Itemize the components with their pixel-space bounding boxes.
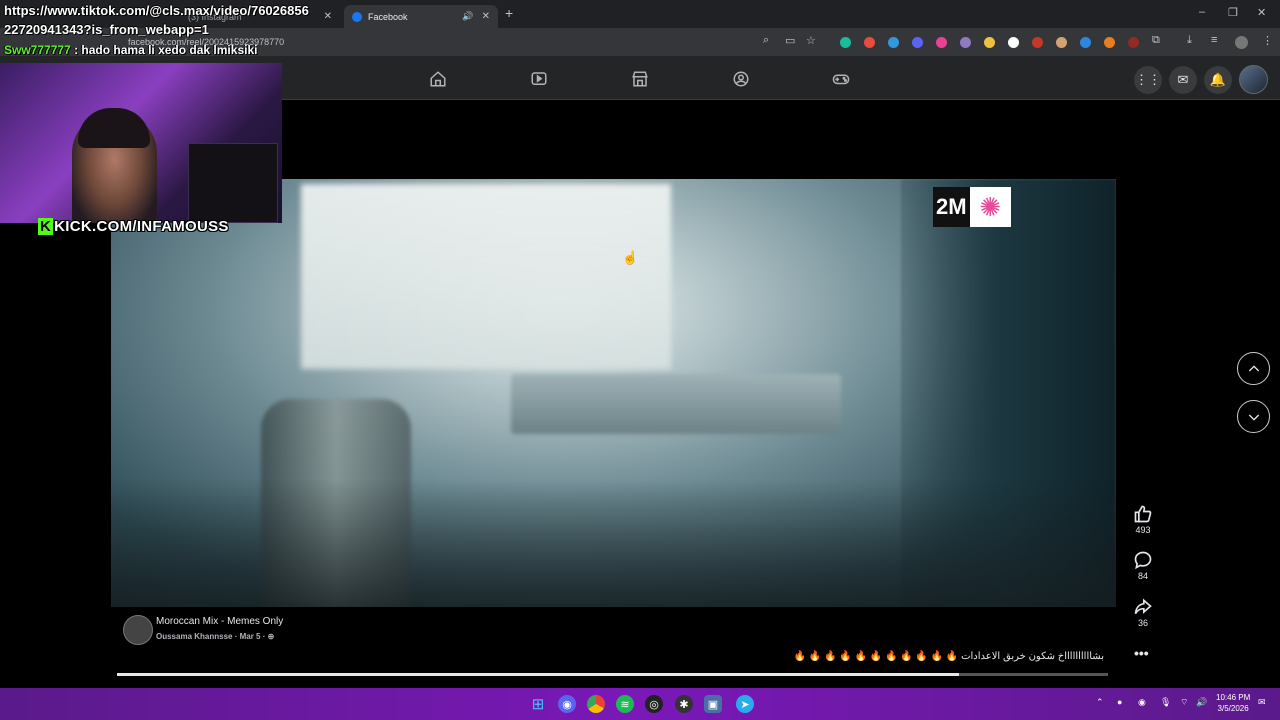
thumbs-up-icon bbox=[1134, 505, 1152, 523]
tab-facebook[interactable]: Facebook 🔊 ✕ bbox=[344, 5, 498, 28]
menu-grid-icon[interactable]: ⋮⋮ bbox=[1134, 66, 1162, 94]
volume-icon[interactable]: 🔊 bbox=[1196, 697, 1207, 708]
telegram-icon[interactable]: ➤ bbox=[736, 695, 754, 713]
download-icon[interactable]: ⤓ bbox=[1187, 34, 1192, 47]
extension-icon[interactable] bbox=[1008, 37, 1019, 48]
channel-logo-text: 2M bbox=[933, 187, 970, 227]
maximize-button[interactable]: ❐ bbox=[1228, 6, 1238, 19]
previous-reel-button[interactable] bbox=[1237, 352, 1270, 385]
tray-discord-icon[interactable]: ◉ bbox=[1138, 697, 1146, 708]
new-tab-button[interactable]: + bbox=[505, 5, 513, 21]
extension-icon[interactable] bbox=[936, 37, 947, 48]
overlay-link-line1: https://www.tiktok.com/@cls.max/video/76… bbox=[4, 3, 309, 18]
extension-icon[interactable] bbox=[1032, 37, 1043, 48]
cast-icon[interactable]: ▭ bbox=[785, 34, 795, 47]
comment-button[interactable]: 84 bbox=[1128, 550, 1158, 581]
bookmark-star-icon[interactable]: ☆ bbox=[806, 34, 816, 47]
windows-taskbar bbox=[0, 688, 1280, 720]
windows-start-icon[interactable]: ⊞ bbox=[529, 695, 547, 713]
close-icon[interactable]: ✕ bbox=[482, 11, 490, 22]
overlay-link: https://www.tiktok.com/@cls.max/video/76… bbox=[4, 1, 309, 39]
extension-icon[interactable] bbox=[912, 37, 923, 48]
video-icon[interactable] bbox=[525, 66, 553, 92]
app-icon[interactable]: ✱ bbox=[675, 695, 693, 713]
minimize-button[interactable]: – bbox=[1199, 6, 1205, 18]
like-button[interactable]: 493 bbox=[1128, 504, 1158, 535]
author-name[interactable]: Oussama Khannsse bbox=[156, 632, 232, 641]
tray-chevron-icon[interactable]: ⌃ bbox=[1096, 697, 1104, 708]
reel-video[interactable]: 2M ✺ bbox=[111, 179, 1116, 607]
star-icon: ✺ bbox=[979, 191, 1002, 222]
hand-cursor-icon: ☝ bbox=[622, 250, 639, 265]
taskbar-clock[interactable]: 10:46 PM 3/5/2026 bbox=[1216, 692, 1250, 714]
media-queue-icon[interactable]: ≡ bbox=[1211, 34, 1217, 46]
globe-icon: ⊕ bbox=[267, 632, 275, 641]
extension-icon[interactable] bbox=[984, 37, 995, 48]
page-avatar[interactable] bbox=[123, 615, 153, 645]
chrome-icon[interactable] bbox=[587, 695, 605, 713]
close-icon[interactable]: ✕ bbox=[324, 11, 332, 22]
profile-avatar-icon[interactable] bbox=[1235, 36, 1248, 49]
video-scene-window bbox=[301, 184, 671, 369]
extensions-puzzle-icon[interactable]: ⧉ bbox=[1152, 34, 1160, 47]
video-progress-fill bbox=[117, 673, 960, 676]
extension-icon[interactable] bbox=[960, 37, 971, 48]
wifi-icon[interactable]: ⌔ bbox=[1180, 697, 1188, 708]
messenger-icon[interactable]: ✉ bbox=[1169, 66, 1197, 94]
extension-icon[interactable] bbox=[1104, 37, 1115, 48]
chat-text: : hado hama li xedo dak lmiksiki bbox=[74, 43, 258, 57]
video-scene-lamp bbox=[511, 374, 841, 434]
microphone-icon[interactable]: 🎙 bbox=[1160, 697, 1171, 708]
zoom-icon[interactable]: ⌕ bbox=[763, 34, 769, 47]
kick-channel-banner: K KICK.COM/INFAMOUSS bbox=[38, 218, 229, 235]
kick-logo-icon: K bbox=[38, 218, 54, 235]
extension-icon[interactable] bbox=[864, 37, 875, 48]
streamer-webcam bbox=[0, 63, 282, 223]
extension-icon[interactable] bbox=[840, 37, 851, 48]
webcam-pc-case bbox=[188, 143, 278, 223]
extension-icon[interactable] bbox=[1056, 37, 1067, 48]
post-date: · Mar 5 · bbox=[234, 632, 266, 641]
tab-facebook-label: Facebook bbox=[368, 11, 408, 22]
facebook-favicon-icon bbox=[352, 11, 362, 22]
spotify-icon[interactable]: ≋ bbox=[616, 695, 634, 713]
next-reel-button[interactable] bbox=[1237, 400, 1270, 433]
channel-logo: 2M ✺ bbox=[933, 187, 1011, 227]
chat-username: Sww777777 bbox=[4, 43, 71, 57]
video-scene-shadow bbox=[111, 479, 1116, 607]
home-icon[interactable] bbox=[424, 66, 452, 92]
tray-app-icon[interactable]: ● bbox=[1117, 697, 1122, 707]
monitor-app-icon[interactable]: ▣ bbox=[704, 695, 722, 713]
notification-center-icon[interactable]: ✉ bbox=[1258, 697, 1266, 708]
comment-count: 84 bbox=[1137, 571, 1148, 581]
post-caption: بشااااااااااخ شكون خربق الاعدادات 🔥 🔥 🔥 … bbox=[793, 651, 1104, 662]
clock-time: 10:46 PM bbox=[1216, 693, 1251, 702]
extension-icon[interactable] bbox=[1080, 37, 1091, 48]
speaker-icon[interactable]: 🔊 bbox=[462, 11, 473, 22]
groups-icon[interactable] bbox=[727, 66, 755, 92]
comment-bubble-icon bbox=[1134, 551, 1152, 570]
share-button[interactable]: 36 bbox=[1128, 597, 1158, 628]
obs-icon[interactable]: ◎ bbox=[645, 695, 663, 713]
overlay-link-line2: 22720941343?is_from_webapp=1 bbox=[4, 22, 209, 37]
more-options-button[interactable]: ••• bbox=[1134, 645, 1149, 661]
close-window-button[interactable]: ✕ bbox=[1257, 6, 1266, 19]
account-avatar[interactable] bbox=[1239, 65, 1268, 94]
share-arrow-icon bbox=[1134, 598, 1152, 615]
discord-icon[interactable]: ◉ bbox=[558, 695, 576, 713]
marketplace-icon[interactable] bbox=[626, 66, 654, 92]
webcam-headset bbox=[78, 108, 150, 148]
chat-message: Sww777777 : hado hama li xedo dak lmiksi… bbox=[4, 43, 257, 57]
kick-channel-text: KICK.COM/INFAMOUSS bbox=[54, 218, 229, 235]
share-count: 36 bbox=[1137, 618, 1148, 628]
extension-icon[interactable] bbox=[888, 37, 899, 48]
clock-date: 3/5/2026 bbox=[1217, 704, 1249, 713]
post-meta: Oussama Khannsse · Mar 5 · ⊕ bbox=[156, 632, 274, 641]
like-count: 493 bbox=[1135, 525, 1151, 535]
extension-icon[interactable] bbox=[1128, 37, 1139, 48]
notifications-bell-icon[interactable]: 🔔 bbox=[1204, 66, 1232, 94]
gaming-icon[interactable] bbox=[827, 66, 855, 92]
page-name[interactable]: Moroccan Mix - Memes Only bbox=[156, 616, 283, 627]
kebab-menu-icon[interactable]: ⋮ bbox=[1262, 34, 1273, 47]
